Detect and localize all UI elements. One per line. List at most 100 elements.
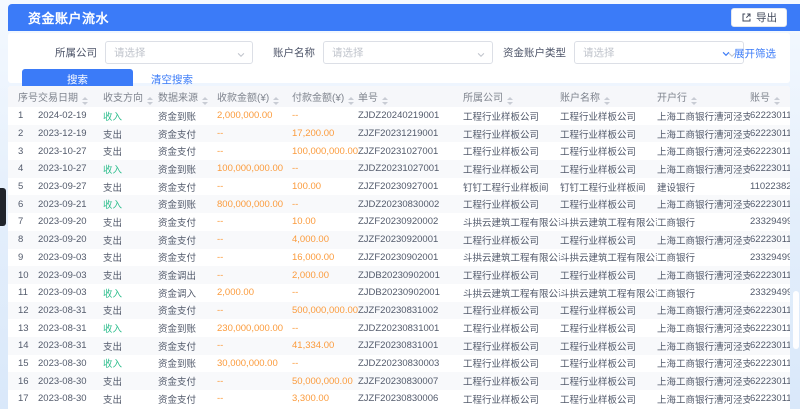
cell-account: 斗拱云建筑工程有限公司 [560, 284, 657, 302]
cell-bank: 建设银行 [657, 178, 750, 196]
cell-bank: 上海工商银行漕河泾支行 [657, 302, 750, 320]
cell-account_no: 622230111 [750, 337, 790, 355]
cell-pay: -- [292, 107, 358, 125]
filter-panel: 所属公司请选择账户名称请选择资金账户类型请选择 展开筛选 搜索 清空搜索 [8, 33, 790, 83]
column-header-account_no[interactable]: 账号 [750, 86, 790, 107]
cell-receive: 30,000,000.00 [217, 355, 292, 373]
column-header-date[interactable]: 交易日期 [38, 86, 103, 107]
cell-direction: 收入 [103, 195, 158, 213]
cell-receive: -- [217, 125, 292, 143]
sort-caret-icon [348, 97, 354, 105]
cell-direction: 支出 [103, 266, 158, 284]
cell-date: 2023-12-19 [38, 125, 103, 143]
cell-source: 资金支付 [158, 337, 217, 355]
cell-company: 工程行业样板公司 [463, 266, 560, 284]
cell-no: 11 [8, 284, 38, 302]
cell-company: 工程行业样板公司 [463, 231, 560, 249]
export-button-label: 导出 [756, 10, 777, 25]
cell-company: 钉钉工程行业样板间 [463, 178, 560, 196]
column-header-source[interactable]: 数据来源 [158, 86, 217, 107]
cell-receive: -- [217, 178, 292, 196]
table-row: 172023-08-30支出资金支付--3,300.00ZJZF20230830… [8, 390, 790, 408]
side-panel-handle[interactable] [0, 188, 6, 226]
cell-no: 14 [8, 337, 38, 355]
cell-source: 资金支付 [158, 372, 217, 390]
column-label: 单号 [358, 93, 378, 104]
cell-company: 工程行业样板公司 [463, 390, 560, 408]
column-header-bank[interactable]: 开户行 [657, 86, 750, 107]
cell-pay: 17,200.00 [292, 125, 358, 143]
cell-bank: 工商银行 [657, 249, 750, 267]
cell-account: 工程行业样板公司 [560, 195, 657, 213]
cell-receive: -- [217, 390, 292, 408]
sort-caret-icon [82, 97, 88, 105]
cell-receive: -- [217, 302, 292, 320]
sort-caret-icon [507, 97, 513, 105]
column-header-account[interactable]: 账户名称 [560, 86, 657, 107]
sort-caret-icon [604, 97, 610, 105]
cell-bank: 上海工商银行漕河泾支行 [657, 266, 750, 284]
cell-no: 6 [8, 195, 38, 213]
export-button[interactable]: 导出 [731, 8, 787, 27]
cell-pay: 2,000.00 [292, 266, 358, 284]
cell-order: ZJZF20230920001 [358, 231, 463, 249]
cell-order: ZJDZ20240219001 [358, 107, 463, 125]
cell-order: ZJZF20230902001 [358, 249, 463, 267]
table-row: 142023-08-31支出资金支付--41,334.00ZJZF2023083… [8, 337, 790, 355]
column-header-receive[interactable]: 收款金额(¥) [217, 86, 292, 107]
cell-receive: -- [217, 266, 292, 284]
cell-bank: 上海工商银行漕河泾支行 [657, 107, 750, 125]
cell-pay: 100,000,000.00 [292, 142, 358, 160]
cell-direction: 收入 [103, 284, 158, 302]
account-name-placeholder: 请选择 [332, 45, 364, 60]
cell-account: 工程行业样板公司 [560, 231, 657, 249]
cell-source: 资金支付 [158, 249, 217, 267]
column-label: 开户行 [657, 93, 687, 104]
cell-date: 2023-10-27 [38, 160, 103, 178]
scrollbar-thumb[interactable] [793, 291, 799, 349]
table-row: 122023-08-31支出资金支付--500,000,000.00ZJZF20… [8, 302, 790, 320]
cell-no: 3 [8, 142, 38, 160]
cell-no: 17 [8, 390, 38, 408]
cell-account_no: 622230111 [750, 266, 790, 284]
cell-bank: 上海工商银行漕河泾支行 [657, 125, 750, 143]
sort-caret-icon [382, 97, 388, 105]
cell-account: 钉钉工程行业样板间 [560, 178, 657, 196]
page-header: 资金账户流水 导出 [8, 4, 800, 31]
cell-direction: 支出 [103, 213, 158, 231]
flow-table: 序号交易日期收支方向数据来源收款金额(¥)付款金额(¥)单号 所属公司账户名称开户… [8, 86, 790, 409]
cell-order: ZJZF20230830006 [358, 390, 463, 408]
cell-date: 2023-09-03 [38, 249, 103, 267]
company-label: 所属公司 [55, 45, 97, 60]
cell-no: 2 [8, 125, 38, 143]
account-type-select[interactable]: 请选择 [574, 41, 744, 64]
scrollbar-track[interactable] [791, 86, 800, 409]
account-name-select[interactable]: 请选择 [323, 41, 493, 64]
cell-source: 资金支付 [158, 142, 217, 160]
column-header-direction[interactable]: 收支方向 [103, 86, 158, 107]
table-row: 32023-10-27支出资金支付--100,000,000.00ZJZF202… [8, 142, 790, 160]
cell-date: 2023-09-20 [38, 213, 103, 231]
cell-account: 斗拱云建筑工程有限公司 [560, 213, 657, 231]
flow-table-grid: 序号交易日期收支方向数据来源收款金额(¥)付款金额(¥)单号 所属公司账户名称开户… [8, 86, 790, 408]
column-header-order[interactable]: 单号 [358, 86, 463, 107]
column-label: 序号 [18, 93, 38, 104]
cell-bank: 上海工商银行漕河泾支行 [657, 142, 750, 160]
cell-account_no: 622230111 [750, 390, 790, 408]
clear-search-button[interactable]: 清空搜索 [151, 72, 193, 87]
column-header-company[interactable]: 所属公司 [463, 86, 560, 107]
cell-company: 工程行业样板公司 [463, 372, 560, 390]
company-select[interactable]: 请选择 [105, 41, 253, 64]
cell-company: 工程行业样板公司 [463, 337, 560, 355]
column-header-pay[interactable]: 付款金额(¥) [292, 86, 358, 107]
expand-filter-link[interactable]: 展开筛选 [721, 46, 776, 61]
cell-pay: -- [292, 160, 358, 178]
company-placeholder: 请选择 [114, 45, 146, 60]
page-title: 资金账户流水 [28, 8, 109, 27]
cell-account: 工程行业样板公司 [560, 372, 657, 390]
cell-date: 2023-08-31 [38, 337, 103, 355]
cell-date: 2024-02-19 [38, 107, 103, 125]
cell-date: 2023-09-03 [38, 266, 103, 284]
export-icon [741, 12, 752, 23]
cell-pay: 500,000,000.00 [292, 302, 358, 320]
